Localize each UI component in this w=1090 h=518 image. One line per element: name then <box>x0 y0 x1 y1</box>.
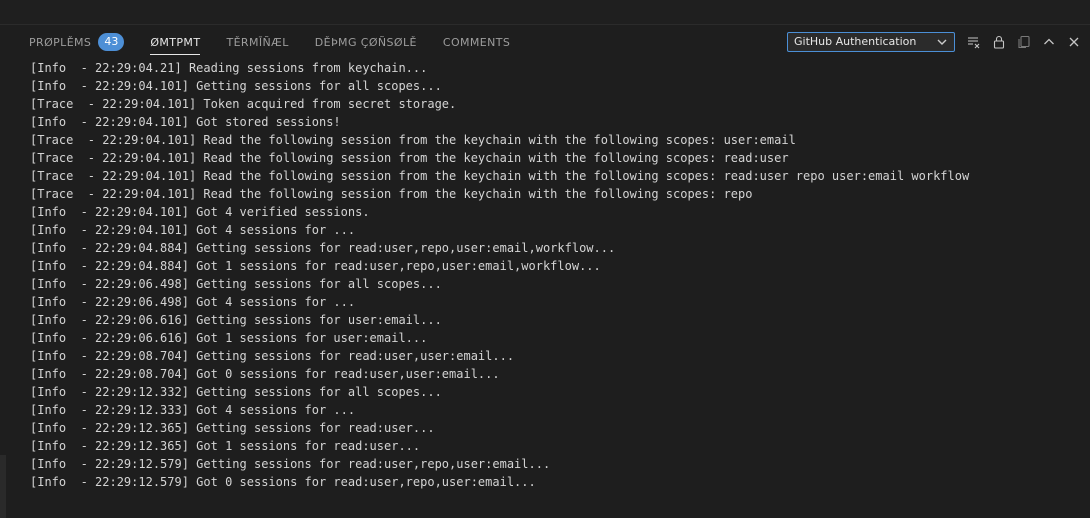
output-channel-value: GitHub Authentication <box>794 35 917 48</box>
log-line: [Info - 22:29:12.365] Got 1 sessions for… <box>30 439 421 453</box>
log-line: [Info - 22:29:04.21] Reading sessions fr… <box>30 61 428 75</box>
output-log[interactable]: [Info - 22:29:04.21] Reading sessions fr… <box>30 59 1080 499</box>
log-line: [Info - 22:29:04.101] Getting sessions f… <box>30 79 442 93</box>
clear-output-icon <box>967 37 979 49</box>
tab-output-label: ØMTPMT <box>150 35 201 49</box>
panel-actions: GitHub Authentication <box>787 25 1086 59</box>
lock-scroll-icon <box>993 35 1004 49</box>
tab-terminal-label: TĚRMĪÑÆL <box>226 35 289 49</box>
log-line: [Info - 22:29:04.884] Got 1 sessions for… <box>30 259 601 273</box>
log-line: [Info - 22:29:12.332] Getting sessions f… <box>30 385 442 399</box>
tab-terminal[interactable]: TĚRMĪÑÆL <box>217 25 297 59</box>
log-line: [Trace - 22:29:04.101] Read the followin… <box>30 133 796 147</box>
maximize-panel-button[interactable] <box>1036 31 1061 53</box>
log-line: [Trace - 22:29:04.101] Read the followin… <box>30 187 753 201</box>
tab-output[interactable]: ØMTPMT <box>141 25 209 59</box>
log-line: [Info - 22:29:12.579] Got 0 sessions for… <box>30 475 536 489</box>
chevron-up-icon <box>1043 38 1054 45</box>
log-line: [Info - 22:29:06.616] Got 1 sessions for… <box>30 331 428 345</box>
close-panel-button[interactable] <box>1061 31 1086 53</box>
tab-problems-label: PRØPLĚMS <box>29 35 92 49</box>
log-line: [Trace - 22:29:04.101] Token acquired fr… <box>30 97 457 111</box>
log-line: [Info - 22:29:12.333] Got 4 sessions for… <box>30 403 356 417</box>
bottom-panel: PRØPLĚMS 43 ØMTPMT TĚRMĪÑÆL DĚÞMG ÇØÑSØL… <box>0 25 1090 518</box>
tab-problems[interactable]: PRØPLĚMS 43 <box>20 25 133 59</box>
chevron-down-icon <box>937 39 947 45</box>
log-line: [Info - 22:29:12.365] Getting sessions f… <box>30 421 435 435</box>
log-line: [Info - 22:29:04.101] Got 4 sessions for… <box>30 223 356 237</box>
editor-top-area <box>0 0 1090 25</box>
tab-debug-console-label: DĚÞMG ÇØÑSØLĚ <box>314 35 417 49</box>
log-line: [Trace - 22:29:04.101] Read the followin… <box>30 169 970 183</box>
log-line: [Info - 22:29:12.579] Getting sessions f… <box>30 457 551 471</box>
log-line: [Info - 22:29:04.101] Got 4 verified ses… <box>30 205 370 219</box>
copy-icon <box>1017 35 1030 49</box>
copy-button[interactable] <box>1011 31 1036 53</box>
close-icon <box>1069 37 1078 47</box>
clear-output-button[interactable] <box>961 31 986 53</box>
panel-tabs: PRØPLĚMS 43 ØMTPMT TĚRMĪÑÆL DĚÞMG ÇØÑSØL… <box>20 25 527 59</box>
log-line: [Info - 22:29:08.704] Got 0 sessions for… <box>30 367 500 381</box>
activity-bar-edge <box>0 455 6 518</box>
tab-comments[interactable]: COMMENTS <box>434 25 519 59</box>
tab-comments-label: COMMENTS <box>442 35 511 49</box>
tab-debug-console[interactable]: DĚÞMG ÇØÑSØLĚ <box>306 25 426 59</box>
output-channel-select[interactable]: GitHub Authentication <box>787 32 955 52</box>
log-line: [Info - 22:29:04.101] Got stored session… <box>30 115 341 129</box>
log-line: [Info - 22:29:08.704] Getting sessions f… <box>30 349 515 363</box>
log-line: [Info - 22:29:06.498] Getting sessions f… <box>30 277 442 291</box>
log-line: [Info - 22:29:06.498] Got 4 sessions for… <box>30 295 356 309</box>
log-line: [Info - 22:29:06.616] Getting sessions f… <box>30 313 442 327</box>
problems-count-badge: 43 <box>98 33 125 51</box>
log-line: [Trace - 22:29:04.101] Read the followin… <box>30 151 789 165</box>
log-line: [Info - 22:29:04.884] Getting sessions f… <box>30 241 616 255</box>
lock-scroll-button[interactable] <box>986 31 1011 53</box>
